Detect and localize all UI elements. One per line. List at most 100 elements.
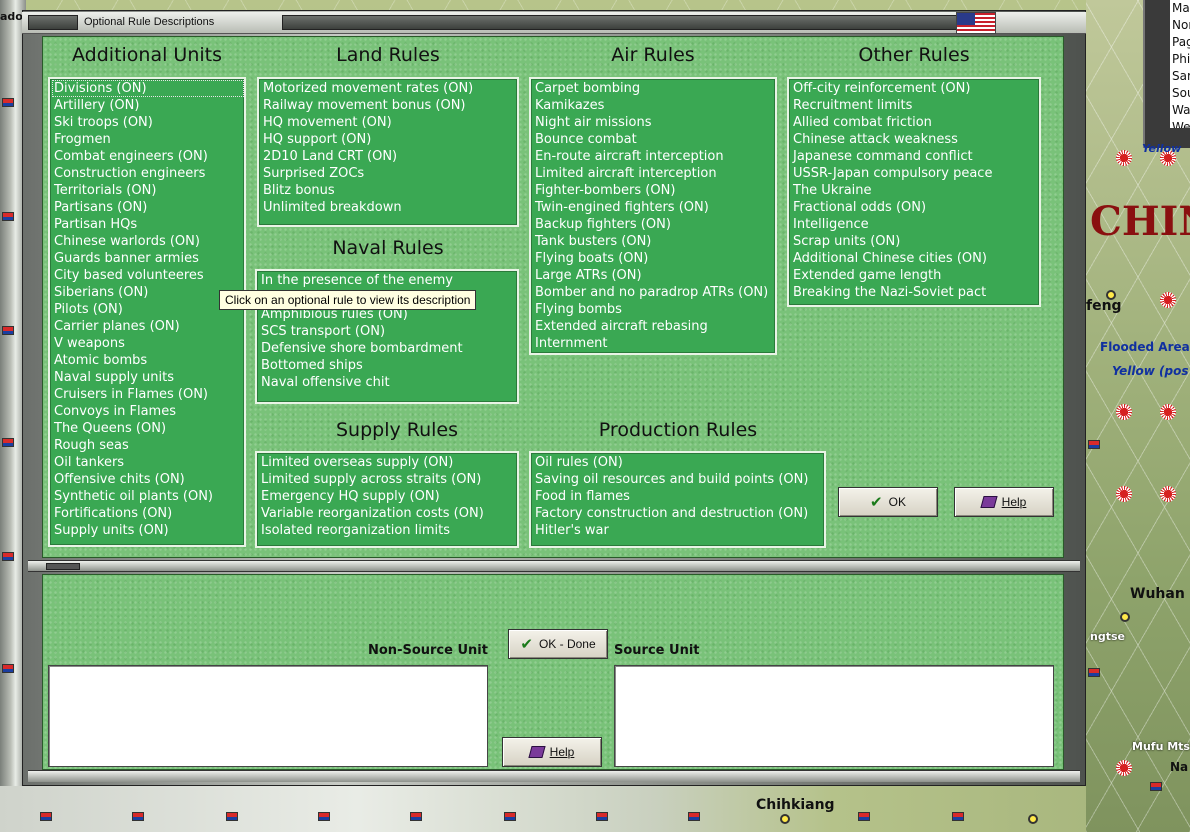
map-side-list-item[interactable]: We xyxy=(1170,119,1190,128)
rule-item[interactable]: Blitz bonus xyxy=(261,182,517,199)
rule-item[interactable]: Limited aircraft interception xyxy=(533,165,775,182)
map-side-list[interactable]: Ma Nor Pag Phi Sar Sou Wa We xyxy=(1170,0,1190,128)
rule-item[interactable]: Flying bombs xyxy=(533,301,775,318)
rule-item[interactable]: Guards banner armies xyxy=(52,250,244,267)
rule-item[interactable]: Carpet bombing xyxy=(533,80,775,97)
rule-item[interactable]: Oil tankers xyxy=(52,454,244,471)
rule-item[interactable]: Off-city reinforcement (ON) xyxy=(791,80,1039,97)
rule-item[interactable]: Naval supply units xyxy=(52,369,244,386)
rule-item[interactable]: SCS transport (ON) xyxy=(259,323,517,340)
rule-item[interactable]: V weapons xyxy=(52,335,244,352)
rule-item[interactable]: Limited supply across straits (ON) xyxy=(259,471,517,488)
supply-rules-list[interactable]: Limited overseas supply (ON) Limited sup… xyxy=(255,451,519,548)
rule-item[interactable]: Convoys in Flames xyxy=(52,403,244,420)
rule-item[interactable]: Territorials (ON) xyxy=(52,182,244,199)
rule-item[interactable]: Internment xyxy=(533,335,775,352)
rule-item[interactable]: Recruitment limits xyxy=(791,97,1039,114)
rule-item[interactable]: Oil rules (ON) xyxy=(533,454,824,471)
rule-item[interactable]: HQ movement (ON) xyxy=(261,114,517,131)
rule-item[interactable]: Bounce combat xyxy=(533,131,775,148)
land-rules-list[interactable]: Motorized movement rates (ON) Railway mo… xyxy=(257,77,519,227)
rule-item[interactable]: Railway movement bonus (ON) xyxy=(261,97,517,114)
other-rules-list[interactable]: Off-city reinforcement (ON) Recruitment … xyxy=(787,77,1041,307)
rule-item[interactable]: Frogmen xyxy=(52,131,244,148)
rule-item[interactable]: Limited overseas supply (ON) xyxy=(259,454,517,471)
rule-item[interactable]: 2D10 Land CRT (ON) xyxy=(261,148,517,165)
rule-item[interactable]: Japanese command conflict xyxy=(791,148,1039,165)
rule-item[interactable]: Rough seas xyxy=(52,437,244,454)
rule-item[interactable]: In the presence of the enemy xyxy=(259,272,517,289)
rule-item[interactable]: Additional Chinese cities (ON) xyxy=(791,250,1039,267)
rule-item[interactable]: HQ support (ON) xyxy=(261,131,517,148)
non-source-unit-box[interactable] xyxy=(48,665,488,767)
rule-item[interactable]: Unlimited breakdown xyxy=(261,199,517,216)
rule-item[interactable]: Backup fighters (ON) xyxy=(533,216,775,233)
ok-button[interactable]: ✔ OK xyxy=(838,487,938,517)
map-side-list-item[interactable]: Sou xyxy=(1170,85,1190,102)
rule-item[interactable]: Extended game length xyxy=(791,267,1039,284)
rule-item[interactable]: Partisans (ON) xyxy=(52,199,244,216)
rule-item[interactable]: Defensive shore bombardment xyxy=(259,340,517,357)
source-unit-box[interactable] xyxy=(614,665,1054,767)
separator-grip-icon[interactable] xyxy=(46,563,80,570)
rule-item[interactable]: Tank busters (ON) xyxy=(533,233,775,250)
rule-item[interactable]: Naval offensive chit xyxy=(259,374,517,391)
rule-item[interactable]: Factory construction and destruction (ON… xyxy=(533,505,824,522)
rule-item[interactable]: Motorized movement rates (ON) xyxy=(261,80,517,97)
rule-item[interactable]: Emergency HQ supply (ON) xyxy=(259,488,517,505)
rule-item[interactable]: Hitler's war xyxy=(533,522,824,539)
rule-item[interactable]: Twin-engined fighters (ON) xyxy=(533,199,775,216)
dialog-titlebar[interactable]: Optional Rule Descriptions xyxy=(22,12,1086,34)
rule-item[interactable]: Scrap units (ON) xyxy=(791,233,1039,250)
rule-item[interactable]: Isolated reorganization limits xyxy=(259,522,517,539)
rule-item[interactable]: Variable reorganization costs (ON) xyxy=(259,505,517,522)
rule-item[interactable]: Construction engineers xyxy=(52,165,244,182)
rule-item[interactable]: The Ukraine xyxy=(791,182,1039,199)
rule-item[interactable]: Offensive chits (ON) xyxy=(52,471,244,488)
rule-item[interactable]: Intelligence xyxy=(791,216,1039,233)
rule-item[interactable]: USSR-Japan compulsory peace xyxy=(791,165,1039,182)
ok-done-button[interactable]: ✔ OK - Done xyxy=(508,629,608,659)
rule-item[interactable]: Fortifications (ON) xyxy=(52,505,244,522)
help-button[interactable]: Help xyxy=(954,487,1054,517)
rule-item[interactable]: Pilots (ON) xyxy=(52,301,244,318)
rule-item[interactable]: Saving oil resources and build points (O… xyxy=(533,471,824,488)
map-side-list-item[interactable]: Phi xyxy=(1170,51,1190,68)
rule-item[interactable]: The Queens (ON) xyxy=(52,420,244,437)
rule-item[interactable]: Kamikazes xyxy=(533,97,775,114)
rule-item[interactable]: Large ATRs (ON) xyxy=(533,267,775,284)
map-side-list-item[interactable]: Pag xyxy=(1170,34,1190,51)
rule-item[interactable]: Synthetic oil plants (ON) xyxy=(52,488,244,505)
rule-item[interactable]: Allied combat friction xyxy=(791,114,1039,131)
air-rules-list[interactable]: Carpet bombing Kamikazes Night air missi… xyxy=(529,77,777,355)
rule-item[interactable]: Divisions (ON) xyxy=(52,80,244,97)
rule-item[interactable]: Chinese warlords (ON) xyxy=(52,233,244,250)
rule-item[interactable]: Bottomed ships xyxy=(259,357,517,374)
rule-item[interactable]: Combat engineers (ON) xyxy=(52,148,244,165)
rule-item[interactable]: Partisan HQs xyxy=(52,216,244,233)
rule-item[interactable]: Flying boats (ON) xyxy=(533,250,775,267)
rule-item[interactable]: Cruisers in Flames (ON) xyxy=(52,386,244,403)
rule-item[interactable]: Surprised ZOCs xyxy=(261,165,517,182)
rule-item[interactable]: Fractional odds (ON) xyxy=(791,199,1039,216)
rule-item[interactable]: Fighter-bombers (ON) xyxy=(533,182,775,199)
rule-item[interactable]: City based volunteeres xyxy=(52,267,244,284)
map-side-list-item[interactable]: Wa xyxy=(1170,102,1190,119)
window-menu-icon[interactable] xyxy=(28,15,78,30)
rule-item[interactable]: Siberians (ON) xyxy=(52,284,244,301)
rule-item[interactable]: Artillery (ON) xyxy=(52,97,244,114)
additional-units-list[interactable]: Divisions (ON) Artillery (ON) Ski troops… xyxy=(48,77,246,547)
rule-item[interactable]: Night air missions xyxy=(533,114,775,131)
production-rules-list[interactable]: Oil rules (ON) Saving oil resources and … xyxy=(529,451,826,548)
map-side-list-item[interactable]: Nor xyxy=(1170,17,1190,34)
rule-item[interactable]: En-route aircraft interception xyxy=(533,148,775,165)
rule-item[interactable]: Carrier planes (ON) xyxy=(52,318,244,335)
rule-item[interactable]: Ski troops (ON) xyxy=(52,114,244,131)
rule-item[interactable]: Food in flames xyxy=(533,488,824,505)
rule-item[interactable]: Chinese attack weakness xyxy=(791,131,1039,148)
help-bottom-button[interactable]: Help xyxy=(502,737,602,767)
rule-item[interactable]: Extended aircraft rebasing xyxy=(533,318,775,335)
rule-item[interactable]: Atomic bombs xyxy=(52,352,244,369)
rule-item[interactable]: Breaking the Nazi-Soviet pact xyxy=(791,284,1039,301)
map-side-list-item[interactable]: Sar xyxy=(1170,68,1190,85)
